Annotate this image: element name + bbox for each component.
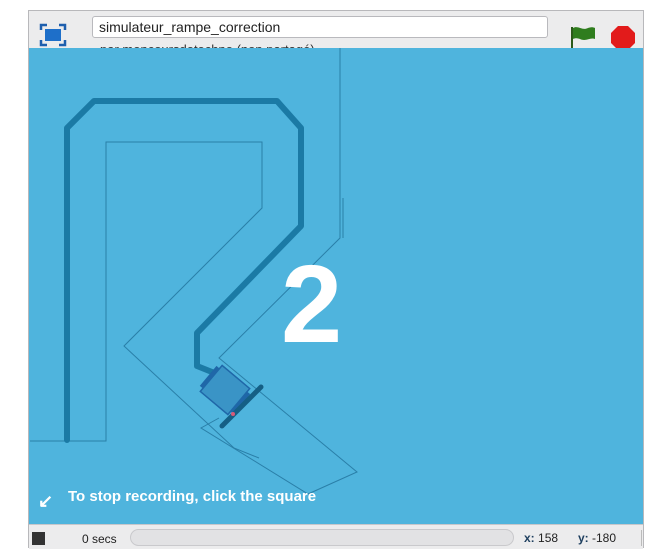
elapsed-time: 0 secs bbox=[82, 532, 117, 546]
fullscreen-button[interactable] bbox=[38, 22, 68, 48]
green-flag-button[interactable] bbox=[568, 24, 598, 50]
record-square-icon[interactable] bbox=[32, 532, 45, 545]
y-coordinate: y: -180 bbox=[578, 531, 616, 545]
scroll-edge bbox=[641, 530, 646, 546]
x-value: 158 bbox=[538, 531, 559, 545]
countdown-number: 2 bbox=[281, 243, 343, 366]
fullscreen-icon bbox=[39, 23, 67, 47]
green-flag-icon bbox=[571, 27, 595, 49]
record-hint: To stop recording, click the square bbox=[68, 488, 317, 505]
x-label: x: bbox=[524, 531, 535, 545]
y-value: -180 bbox=[592, 531, 617, 545]
y-label: y: bbox=[578, 531, 589, 545]
project-title-input[interactable] bbox=[92, 16, 548, 38]
x-coordinate: x: 158 bbox=[524, 531, 558, 545]
recording-progress-bar bbox=[130, 529, 514, 546]
arrow-down-left-icon: ↙ bbox=[38, 491, 54, 511]
